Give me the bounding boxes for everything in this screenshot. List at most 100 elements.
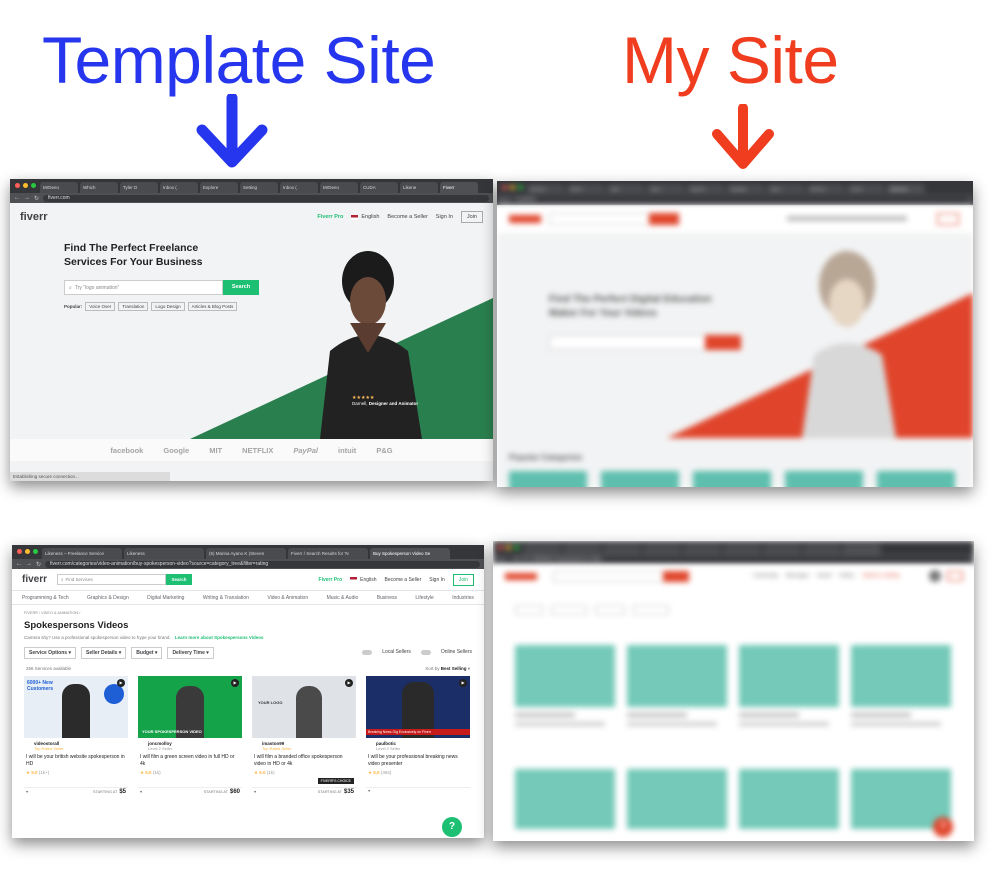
gig-title[interactable]: I will be your british website spokesper… [26, 754, 126, 767]
learn-more-link[interactable]: Learn more about Spokespersons Videos [175, 635, 264, 640]
avatar[interactable] [929, 570, 941, 582]
gig-card[interactable] [739, 645, 839, 755]
back-icon[interactable]: ← [14, 195, 20, 201]
heart-icon[interactable]: ♥ [26, 790, 28, 794]
browser-tab[interactable]: CUDA [360, 182, 398, 193]
nav-link[interactable]: Switch to Selling [863, 573, 900, 579]
back-icon[interactable]: ← [501, 197, 507, 203]
back-icon[interactable]: ← [16, 561, 22, 567]
gig-title[interactable]: I will film a green screen video in full… [140, 754, 240, 767]
filter-dropdown[interactable] [633, 605, 669, 615]
gig-card[interactable] [515, 645, 615, 755]
header-search-button[interactable] [649, 213, 679, 225]
gig-thumbnail[interactable]: Breaking News Gig Exclusively on Fiverr … [366, 676, 470, 738]
fiverr-logo[interactable]: fiverr [22, 574, 47, 585]
gig-card[interactable] [739, 769, 839, 829]
breadcrumb[interactable]: FIVERR / VIDEO & ANIMATION / [24, 611, 80, 615]
category-link[interactable]: Graphics & Design [87, 595, 129, 601]
nav-link[interactable]: Messages [786, 573, 809, 579]
category-card[interactable] [877, 471, 955, 487]
gig-title[interactable]: I will film a branded office spokesperso… [254, 754, 354, 767]
gig-thumbnail[interactable] [739, 769, 839, 829]
search-input[interactable]: ⌕ Find Services [57, 574, 167, 585]
browser-tab[interactable]: Inbox ( [280, 182, 318, 193]
browser-tab[interactable]: Which [80, 182, 118, 193]
browser-tab-active[interactable] [843, 544, 881, 555]
browser-tab[interactable]: Settings [727, 184, 765, 195]
category-link[interactable]: Video & Animation [267, 595, 308, 601]
language-link[interactable]: English [360, 577, 376, 583]
become-seller-link[interactable]: Become a Seller [385, 577, 422, 583]
heart-icon[interactable]: ♥ [140, 790, 142, 794]
filter-dropdown[interactable]: Seller Details ▾ [80, 647, 127, 659]
browser-tab[interactable] [523, 544, 561, 555]
gig-thumbnail[interactable]: YOUR LOGO ▶ [252, 676, 356, 738]
gig-thumbnail[interactable]: YOUR SPOKESPERSON VIDEO ▶ [138, 676, 242, 738]
reload-icon[interactable]: ↻ [34, 195, 39, 202]
forward-icon[interactable]: → [24, 195, 30, 201]
play-icon[interactable]: ▶ [345, 679, 353, 687]
browser-tab[interactable]: MrDeeo [40, 182, 78, 193]
url-field[interactable]: localhost [511, 196, 969, 204]
play-icon[interactable]: ▶ [117, 679, 125, 687]
forward-icon[interactable]: → [26, 561, 32, 567]
join-button[interactable]: Join [452, 573, 474, 586]
category-link[interactable]: Industries [452, 595, 474, 601]
category-link[interactable]: Writing & Translation [203, 595, 249, 601]
category-link[interactable]: Digital Marketing [147, 595, 184, 601]
browser-tab[interactable] [763, 544, 801, 555]
browser-tab[interactable]: Likeness – Freelance Service [42, 548, 122, 559]
browser-tab[interactable]: MrDeeo [527, 184, 565, 195]
join-button[interactable] [937, 213, 959, 225]
browser-tab[interactable] [683, 544, 721, 555]
filter-dropdown[interactable]: Budget ▾ [131, 647, 163, 659]
gig-thumbnail[interactable] [515, 769, 615, 829]
site-logo[interactable] [509, 215, 541, 223]
header-search-button[interactable] [663, 571, 689, 582]
category-card[interactable] [693, 471, 771, 487]
nav-link[interactable]: Saved [817, 573, 831, 579]
gig-card[interactable]: YOUR LOGO ▶ imaston99 Top Rated Seller I… [252, 676, 356, 796]
sign-in-link[interactable]: Sign In [429, 577, 445, 583]
browser-tab[interactable] [563, 544, 601, 555]
back-icon[interactable]: ← [497, 557, 503, 563]
sort-control[interactable]: Sort by Best Selling ▾ [425, 666, 470, 672]
browser-tab[interactable] [643, 544, 681, 555]
gig-card[interactable] [627, 769, 727, 829]
popular-tag[interactable]: Voice Over [85, 302, 116, 311]
gig-card[interactable]: YOUR SPOKESPERSON VIDEO ▶ joncmolloy Lev… [138, 676, 242, 796]
browser-tab[interactable] [723, 544, 761, 555]
popular-tag[interactable]: Articles & Blog Posts [187, 302, 238, 311]
browser-tab[interactable]: Inbox [767, 184, 805, 195]
gig-thumbnail[interactable] [515, 645, 615, 707]
fiverr-pro-link[interactable]: Fiverr Pro [319, 577, 343, 583]
url-field[interactable]: 127.0.0.1:8000/buy?spokesperson-video [507, 556, 970, 564]
heart-icon[interactable]: ♥ [368, 789, 370, 793]
heart-icon[interactable]: ♥ [254, 790, 256, 794]
category-link[interactable]: Lifestyle [415, 595, 433, 601]
toggle-switch[interactable] [362, 649, 373, 655]
category-link[interactable]: Programming & Tech [22, 595, 69, 601]
site-logo[interactable] [505, 573, 537, 580]
gig-card[interactable] [627, 645, 727, 755]
filter-dropdown[interactable]: Service Options ▾ [24, 647, 76, 659]
balance-badge[interactable] [947, 571, 963, 581]
browser-tab[interactable] [803, 544, 841, 555]
gig-card[interactable]: Breaking News Gig Exclusively on Fiverr … [366, 676, 470, 796]
reload-icon[interactable]: ↻ [36, 561, 41, 568]
popular-tag[interactable]: Logo Design [151, 302, 185, 311]
popular-tag[interactable]: Translation [118, 302, 149, 311]
browser-tab[interactable]: Which [567, 184, 605, 195]
gig-thumbnail[interactable] [739, 645, 839, 707]
filter-dropdown[interactable] [515, 605, 543, 615]
browser-tab-active[interactable]: Fiverr [440, 182, 478, 193]
nav-link[interactable]: Community [753, 573, 778, 579]
browser-tab[interactable] [603, 544, 641, 555]
toggle-switch[interactable] [420, 649, 431, 655]
gig-title[interactable]: I will be your professional breaking new… [368, 754, 468, 767]
url-field[interactable]: fiverr.com [43, 194, 489, 202]
search-button[interactable]: Search [223, 280, 259, 295]
browser-tab[interactable]: Likeness [124, 548, 204, 559]
nav-link[interactable]: Orders [839, 573, 854, 579]
gig-thumbnail[interactable] [627, 769, 727, 829]
